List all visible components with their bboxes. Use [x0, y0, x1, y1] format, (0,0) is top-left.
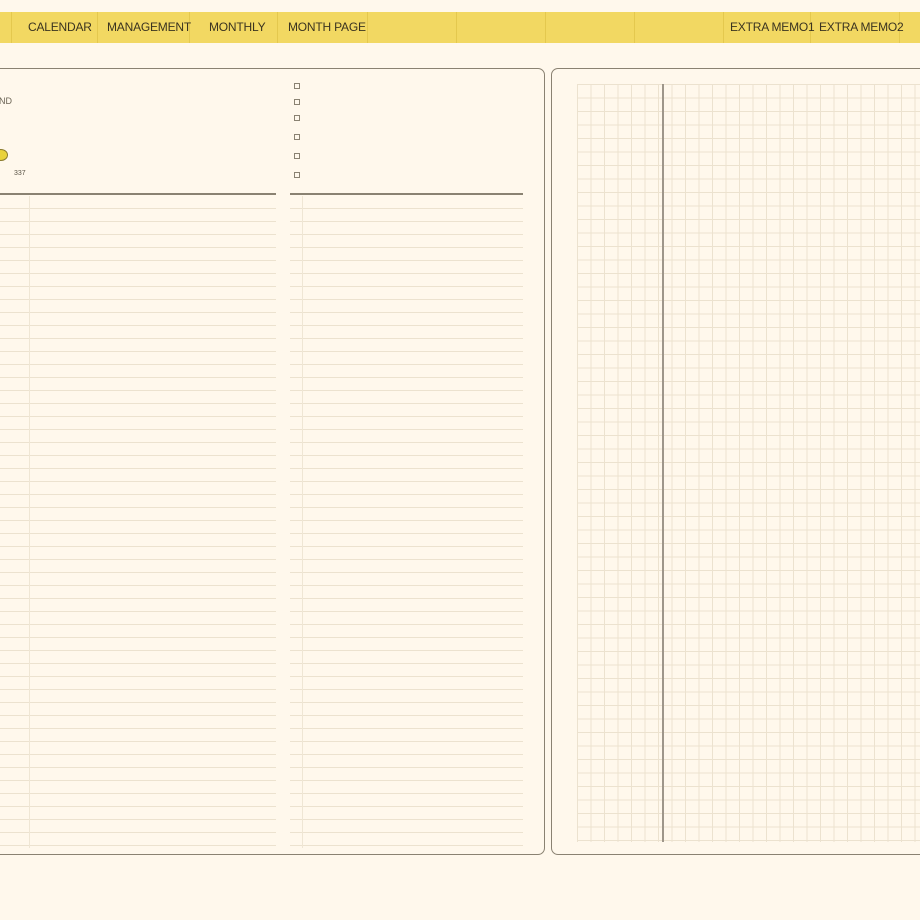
day-count: 337 [14, 170, 26, 177]
tab-extra-memo2[interactable]: EXTRA MEMO2 [811, 12, 904, 43]
notes-lines-right[interactable] [290, 196, 523, 848]
nav-empty-slot[interactable] [457, 12, 546, 43]
section-divider [290, 193, 523, 195]
tab-calendar-label: CALENDAR [28, 20, 92, 34]
tab-extra-memo1[interactable]: EXTRA MEMO1 [724, 12, 815, 43]
margin-line [302, 196, 303, 848]
checkbox-icon[interactable] [294, 83, 300, 89]
tab-monthly[interactable]: MONTHLY [190, 12, 278, 43]
checkbox-icon[interactable] [294, 153, 300, 159]
checkbox-icon[interactable] [294, 172, 300, 178]
tab-month-page-label: MONTH PAGE [288, 20, 366, 34]
tab-extra-memo1-label: EXTRA MEMO1 [730, 20, 815, 34]
partial-header-label: ND [0, 96, 12, 106]
section-divider [0, 193, 276, 195]
tab-management[interactable]: MANAGEMENT [98, 12, 192, 43]
checkbox-icon[interactable] [294, 99, 300, 105]
checkbox-icon[interactable] [294, 115, 300, 121]
grid-divider-line [662, 84, 664, 842]
planner-page: CALENDAR MANAGEMENT MONTHLY MONTH PAGE E… [0, 0, 920, 920]
tab-management-label: MANAGEMENT [107, 20, 192, 34]
checkbox-icon[interactable] [294, 134, 300, 140]
margin-line [29, 196, 30, 848]
tab-month-page[interactable]: MONTH PAGE [278, 12, 368, 43]
nav-empty-slot[interactable] [635, 12, 724, 43]
nav-empty-slot[interactable] [546, 12, 635, 43]
tab-monthly-label: MONTHLY [209, 20, 266, 34]
memo-grid[interactable] [577, 84, 920, 842]
tab-calendar[interactable]: CALENDAR [12, 12, 98, 43]
notes-lines-left[interactable] [0, 196, 276, 848]
top-nav-bar: CALENDAR MANAGEMENT MONTHLY MONTH PAGE E… [0, 12, 920, 43]
nav-empty-slot[interactable] [368, 12, 457, 43]
nav-spacer [0, 12, 12, 43]
tab-extra-memo2-label: EXTRA MEMO2 [819, 20, 904, 34]
